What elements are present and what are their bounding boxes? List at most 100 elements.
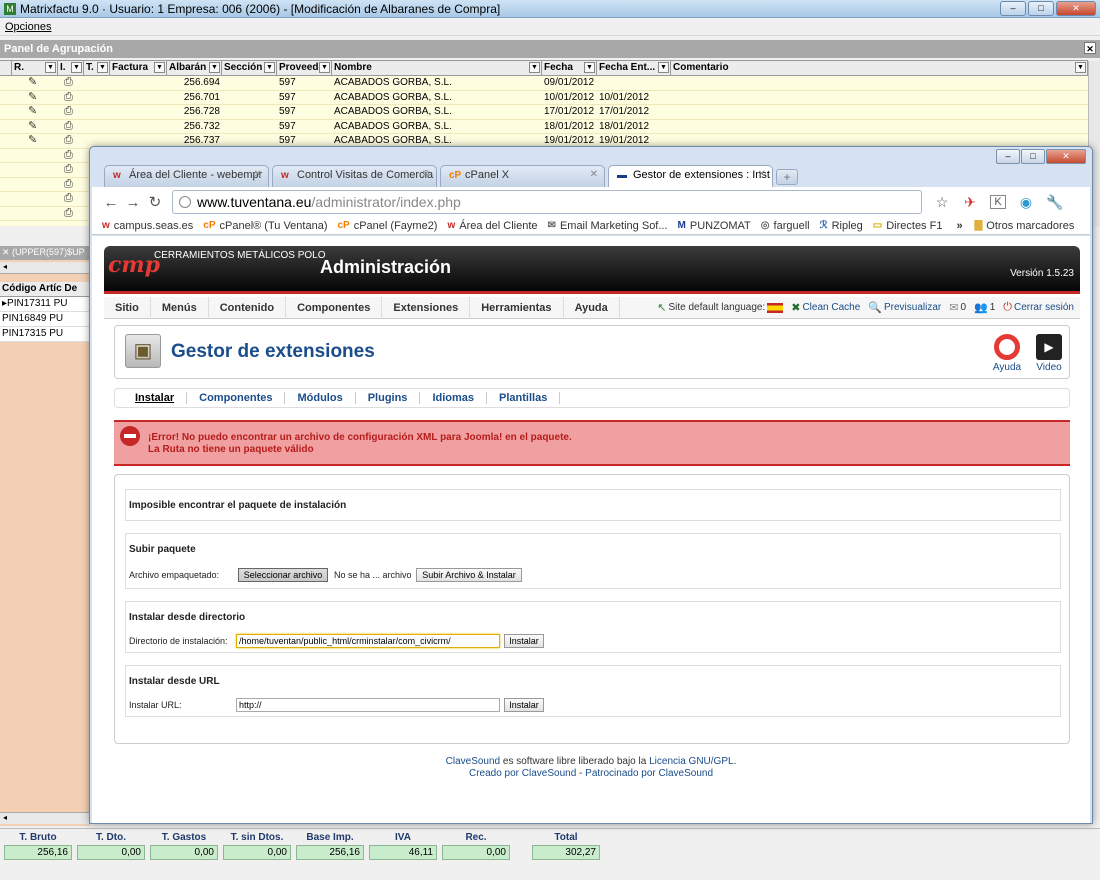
- close-tab-icon[interactable]: ✕: [590, 169, 598, 180]
- printer-icon[interactable]: ⎙: [64, 76, 73, 88]
- tab-componentes[interactable]: Componentes: [187, 392, 286, 404]
- bookmark-farguell[interactable]: ◎ farguell: [761, 220, 810, 232]
- install-url-button[interactable]: Instalar: [504, 698, 544, 712]
- col-seccion[interactable]: Sección ▼: [222, 61, 277, 75]
- edit-icon[interactable]: ✎: [28, 76, 37, 88]
- dropdown-icon[interactable]: ▼: [529, 62, 540, 73]
- dropdown-icon[interactable]: ▼: [71, 62, 82, 73]
- address-bar[interactable]: www.tuventana.eu/administrator/index.php: [172, 190, 922, 214]
- bookmark-star-icon[interactable]: ☆: [934, 194, 950, 211]
- menu-ayuda[interactable]: Ayuda: [564, 296, 620, 319]
- forward-icon[interactable]: →: [122, 194, 144, 211]
- users-count[interactable]: 👥 1: [974, 301, 995, 314]
- extension-icon[interactable]: K: [990, 195, 1006, 209]
- video-button[interactable]: ▶ Video: [1031, 334, 1067, 373]
- extension-icon[interactable]: ✈: [962, 194, 978, 211]
- license-link[interactable]: Licencia GNU/GPL: [649, 756, 733, 767]
- bookmark-punzomat[interactable]: M PUNZOMAT: [678, 220, 751, 232]
- tab-control-visitas[interactable]: w Control Visitas de Comercia ✕: [272, 165, 437, 187]
- menu-opciones[interactable]: Opciones: [5, 21, 51, 33]
- detail-hscrollbar[interactable]: ◂: [0, 812, 90, 824]
- close-panel-icon[interactable]: ✕: [1084, 42, 1096, 54]
- upload-install-button[interactable]: Subir Archivo & Instalar: [416, 568, 522, 582]
- close-tab-icon[interactable]: ✕: [254, 169, 262, 180]
- extension-icon[interactable]: ◉: [1018, 194, 1034, 211]
- printer-icon[interactable]: ⎙: [64, 134, 73, 146]
- col-t[interactable]: T. ▼: [84, 61, 110, 75]
- edit-icon[interactable]: ✎: [28, 91, 37, 103]
- printer-icon[interactable]: ⎙: [64, 163, 73, 175]
- dropdown-icon[interactable]: ▼: [97, 62, 108, 73]
- choose-file-button[interactable]: Seleccionar archivo: [238, 568, 328, 582]
- col-albaran[interactable]: Albarán ▼: [167, 61, 222, 75]
- menu-extensiones[interactable]: Extensiones: [382, 296, 471, 319]
- table-row[interactable]: ✎ ⎙ 256.701 597 ACABADOS GORBA, S.L. 10/…: [0, 91, 1088, 105]
- col-comentario[interactable]: Comentario ▼: [671, 61, 1088, 75]
- dropdown-icon[interactable]: ▼: [209, 62, 220, 73]
- edit-icon[interactable]: ✎: [28, 134, 37, 146]
- printer-icon[interactable]: ⎙: [64, 149, 73, 161]
- printer-icon[interactable]: ⎙: [64, 178, 73, 190]
- close-button[interactable]: ✕: [1056, 1, 1096, 16]
- dropdown-icon[interactable]: ▼: [319, 62, 330, 73]
- browser-maximize-button[interactable]: □: [1021, 149, 1045, 164]
- printer-icon[interactable]: ⎙: [64, 207, 73, 219]
- menu-menus[interactable]: Menús: [151, 296, 209, 319]
- messages-count[interactable]: ✉ 0: [949, 301, 966, 314]
- directory-input[interactable]: /home/tuventan/public_html/crminstalar/c…: [236, 634, 500, 648]
- detail-scroll-left[interactable]: ◂: [0, 262, 90, 274]
- dropdown-icon[interactable]: ▼: [45, 62, 56, 73]
- url-input[interactable]: http://: [236, 698, 500, 712]
- logout-link[interactable]: ⏻ Cerrar sesión: [1003, 301, 1074, 314]
- minimize-button[interactable]: –: [1000, 1, 1026, 16]
- tab-cpanel[interactable]: cP cPanel X ✕: [440, 165, 605, 187]
- browser-close-button[interactable]: ✕: [1046, 149, 1086, 164]
- tab-area-cliente[interactable]: w Área del Cliente - webempr ✕: [104, 165, 269, 187]
- col-i[interactable]: I. ▼: [58, 61, 84, 75]
- created-by-link[interactable]: Creado por ClaveSound: [469, 768, 576, 779]
- table-row[interactable]: ✎ ⎙ 256.694 597 ACABADOS GORBA, S.L. 09/…: [0, 76, 1088, 91]
- table-row[interactable]: PIN17315 PU: [0, 327, 90, 342]
- tab-gestor-extensiones[interactable]: ▬ Gestor de extensiones : Inst ✕: [608, 165, 773, 187]
- clean-cache-link[interactable]: ✖ Clean Cache: [791, 301, 860, 314]
- new-tab-button[interactable]: +: [776, 169, 798, 185]
- dropdown-icon[interactable]: ▼: [584, 62, 595, 73]
- col-r[interactable]: R. ▼: [12, 61, 58, 75]
- printer-icon[interactable]: ⎙: [64, 192, 73, 204]
- back-icon[interactable]: ←: [100, 194, 122, 211]
- bookmark-otros[interactable]: ▇ Otros marcadores: [975, 220, 1075, 232]
- menu-sitio[interactable]: Sitio: [104, 296, 151, 319]
- bookmark-area-cliente[interactable]: w Área del Cliente: [447, 220, 537, 232]
- dropdown-icon[interactable]: ▼: [1075, 62, 1086, 73]
- menu-contenido[interactable]: Contenido: [209, 296, 287, 319]
- maximize-button[interactable]: □: [1028, 1, 1054, 16]
- col-nombre[interactable]: Nombre ▼: [332, 61, 542, 75]
- close-tab-icon[interactable]: ✕: [422, 169, 430, 180]
- tab-plantillas[interactable]: Plantillas: [487, 392, 561, 404]
- bookmark-cpanel-tuventana[interactable]: cP cPanel® (Tu Ventana): [203, 220, 327, 232]
- help-button[interactable]: Ayuda: [989, 334, 1025, 373]
- tab-instalar[interactable]: Instalar: [123, 392, 188, 404]
- sponsored-by-link[interactable]: Patrocinado por ClaveSound: [585, 768, 713, 779]
- preview-link[interactable]: 🔍 Previsualizar: [868, 301, 941, 314]
- bookmark-cpanel-fayme2[interactable]: cP cPanel (Fayme2): [337, 220, 437, 232]
- bookmark-directes[interactable]: ▭ Directes F1: [873, 220, 943, 232]
- bookmark-ripleg[interactable]: ℛ Ripleg: [820, 220, 863, 232]
- table-row[interactable]: ✎ ⎙ 256.728 597 ACABADOS GORBA, S.L. 17/…: [0, 105, 1088, 120]
- install-directory-button[interactable]: Instalar: [504, 634, 544, 648]
- dropdown-icon[interactable]: ▼: [154, 62, 165, 73]
- printer-icon[interactable]: ⎙: [64, 105, 73, 117]
- menu-componentes[interactable]: Componentes: [286, 296, 383, 319]
- tab-modulos[interactable]: Módulos: [285, 392, 356, 404]
- table-row[interactable]: ✎ ⎙ 256.732 597 ACABADOS GORBA, S.L. 18/…: [0, 120, 1088, 134]
- close-tab-icon[interactable]: ✕: [758, 169, 766, 180]
- tab-plugins[interactable]: Plugins: [356, 392, 421, 404]
- table-row[interactable]: ▸PIN17311 PU: [0, 297, 90, 312]
- reload-icon[interactable]: ↻: [144, 193, 166, 211]
- table-row[interactable]: PIN16849 PU: [0, 312, 90, 327]
- dropdown-icon[interactable]: ▼: [264, 62, 275, 73]
- bookmark-campus[interactable]: w campus.seas.es: [102, 220, 193, 232]
- browser-minimize-button[interactable]: –: [996, 149, 1020, 164]
- col-factura[interactable]: Factura ▼: [110, 61, 167, 75]
- edit-icon[interactable]: ✎: [28, 105, 37, 117]
